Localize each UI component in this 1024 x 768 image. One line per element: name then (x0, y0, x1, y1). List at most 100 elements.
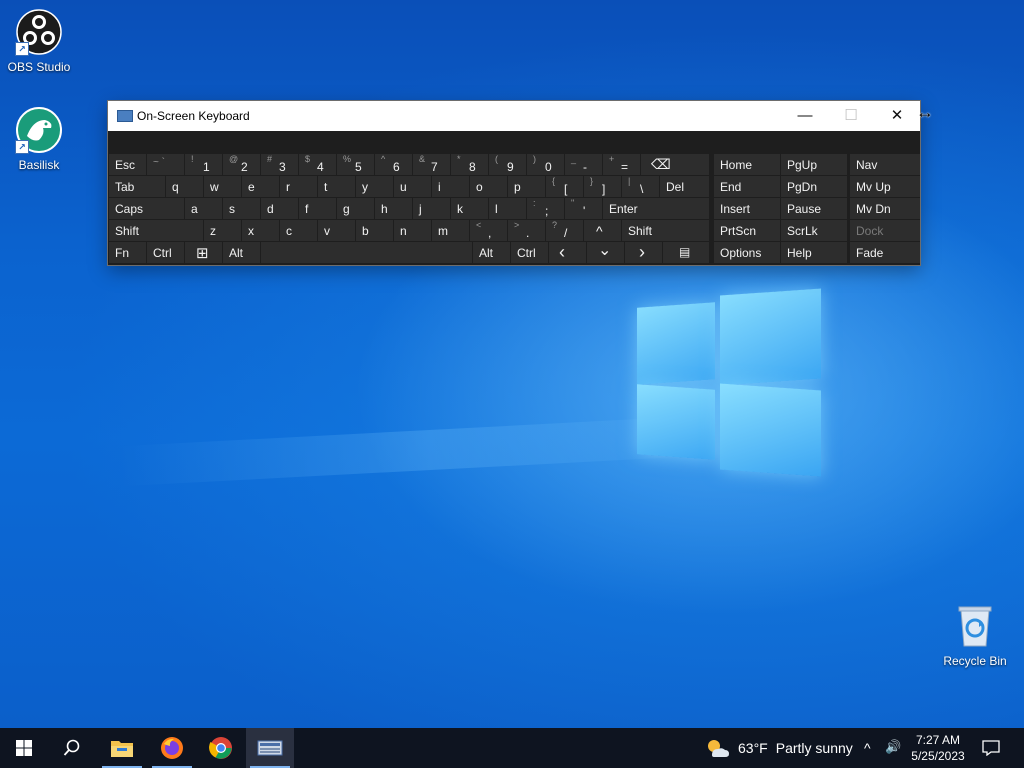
key-0[interactable]: ) 0 (527, 154, 564, 175)
key-a[interactable]: a (185, 198, 222, 219)
key-5[interactable]: % 5 (337, 154, 374, 175)
key-options[interactable]: Options (714, 242, 780, 263)
key-mv-up[interactable]: Mv Up (850, 176, 920, 197)
close-button[interactable]: ✕ (874, 101, 920, 131)
key-nav[interactable]: Nav (850, 154, 920, 175)
key-8[interactable]: * 8 (451, 154, 488, 175)
key-up-arrow[interactable]: ^ (584, 220, 621, 241)
key-home[interactable]: Home (714, 154, 780, 175)
key-slash[interactable]: ? / (546, 220, 583, 241)
key-t[interactable]: t (318, 176, 355, 197)
key-y[interactable]: y (356, 176, 393, 197)
key-windows[interactable]: ⊞ (185, 242, 222, 263)
key-shift-right[interactable]: Shift (622, 220, 709, 241)
key-down-arrow[interactable]: ⌄ (587, 242, 624, 263)
key-n[interactable]: n (394, 220, 431, 241)
key-fade[interactable]: Fade (850, 242, 920, 263)
key-g[interactable]: g (337, 198, 374, 219)
key-minus[interactable]: _ - (565, 154, 602, 175)
key-mv-dn[interactable]: Mv Dn (850, 198, 920, 219)
search-button[interactable] (48, 728, 96, 768)
key-j[interactable]: j (413, 198, 450, 219)
key-1[interactable]: ! 1 (185, 154, 222, 175)
key-pgup[interactable]: PgUp (781, 154, 847, 175)
key-c[interactable]: c (280, 220, 317, 241)
key-pause[interactable]: Pause (781, 198, 847, 219)
key-x[interactable]: x (242, 220, 279, 241)
key-h[interactable]: h (375, 198, 412, 219)
desktop-icon-basilisk[interactable]: ↗ Basilisk (1, 106, 77, 172)
tray-chevron-icon[interactable]: ^ (864, 740, 871, 756)
desktop-icon-recycle-bin[interactable]: Recycle Bin (937, 602, 1013, 668)
key-caps[interactable]: Caps (109, 198, 184, 219)
key-6[interactable]: ^ 6 (375, 154, 412, 175)
key-d[interactable]: d (261, 198, 298, 219)
key-help[interactable]: Help (781, 242, 847, 263)
key-z[interactable]: z (204, 220, 241, 241)
key-p[interactable]: p (508, 176, 545, 197)
key-esc[interactable]: Esc (109, 154, 146, 175)
key-q[interactable]: q (166, 176, 203, 197)
key-comma[interactable]: <, (470, 220, 507, 241)
key-9[interactable]: (9 (489, 154, 526, 175)
key-backspace[interactable]: ⌫ (641, 154, 709, 175)
key-period[interactable]: >. (508, 220, 545, 241)
key-space[interactable] (261, 242, 472, 263)
notifications-button[interactable] (968, 728, 1014, 768)
key-fn[interactable]: Fn (109, 242, 146, 263)
key-right-bracket[interactable]: }] (584, 176, 621, 197)
taskbar-on-screen-keyboard[interactable] (246, 728, 294, 768)
key-tab[interactable]: Tab (109, 176, 165, 197)
key-pgdn[interactable]: PgDn (781, 176, 847, 197)
taskbar-chrome[interactable] (197, 728, 245, 768)
key-menu[interactable]: ▤ (663, 242, 709, 263)
key-f[interactable]: f (299, 198, 336, 219)
key-4[interactable]: $4 (299, 154, 336, 175)
key-enter[interactable]: Enter (603, 198, 709, 219)
key-o[interactable]: o (470, 176, 507, 197)
key-3[interactable]: #3 (261, 154, 298, 175)
key-alt-right[interactable]: Alt (473, 242, 510, 263)
key-i[interactable]: i (432, 176, 469, 197)
key-dock[interactable]: Dock (850, 220, 920, 241)
key-del[interactable]: Del (660, 176, 709, 197)
key-end[interactable]: End (714, 176, 780, 197)
taskbar-clock[interactable]: 7:27 AM 5/25/2023 (908, 732, 968, 764)
maximize-button[interactable]: ☐ (828, 101, 874, 131)
key-7[interactable]: & 7 (413, 154, 450, 175)
key-u[interactable]: u (394, 176, 431, 197)
minimize-button[interactable]: — (782, 101, 828, 131)
key-ctrl-right[interactable]: Ctrl (511, 242, 548, 263)
key-k[interactable]: k (451, 198, 488, 219)
key-ctrl-left[interactable]: Ctrl (147, 242, 184, 263)
key-quote[interactable]: " ' (565, 198, 602, 219)
key-r[interactable]: r (280, 176, 317, 197)
window-titlebar[interactable]: On-Screen Keyboard — ☐ ✕ (108, 101, 920, 131)
weather-widget[interactable]: 63°F Partly sunny (704, 728, 853, 768)
key-left-bracket[interactable]: {[ (546, 176, 583, 197)
key-w[interactable]: w (204, 176, 241, 197)
taskbar-file-explorer[interactable] (98, 728, 146, 768)
key-scrlk[interactable]: ScrLk (781, 220, 847, 241)
key-backtick[interactable]: ~ ` (147, 154, 184, 175)
key-e[interactable]: e (242, 176, 279, 197)
key-right-arrow[interactable]: › (625, 242, 662, 263)
key-equals[interactable]: + = (603, 154, 640, 175)
volume-icon[interactable]: 🔊 (885, 739, 901, 755)
key-b[interactable]: b (356, 220, 393, 241)
key-insert[interactable]: Insert (714, 198, 780, 219)
key-s[interactable]: s (223, 198, 260, 219)
key-left-arrow[interactable]: ‹ (549, 242, 586, 263)
key-shift-left[interactable]: Shift (109, 220, 203, 241)
key-backslash[interactable]: | \ (622, 176, 659, 197)
key-alt-left[interactable]: Alt (223, 242, 260, 263)
start-button[interactable] (0, 728, 48, 768)
key-2[interactable]: @2 (223, 154, 260, 175)
desktop-icon-obs-studio[interactable]: ↗ OBS Studio (1, 8, 77, 74)
taskbar-firefox[interactable] (148, 728, 196, 768)
key-prtscn[interactable]: PrtScn (714, 220, 780, 241)
key-l[interactable]: l (489, 198, 526, 219)
key-m[interactable]: m (432, 220, 469, 241)
key-semicolon[interactable]: :; (527, 198, 564, 219)
key-v[interactable]: v (318, 220, 355, 241)
